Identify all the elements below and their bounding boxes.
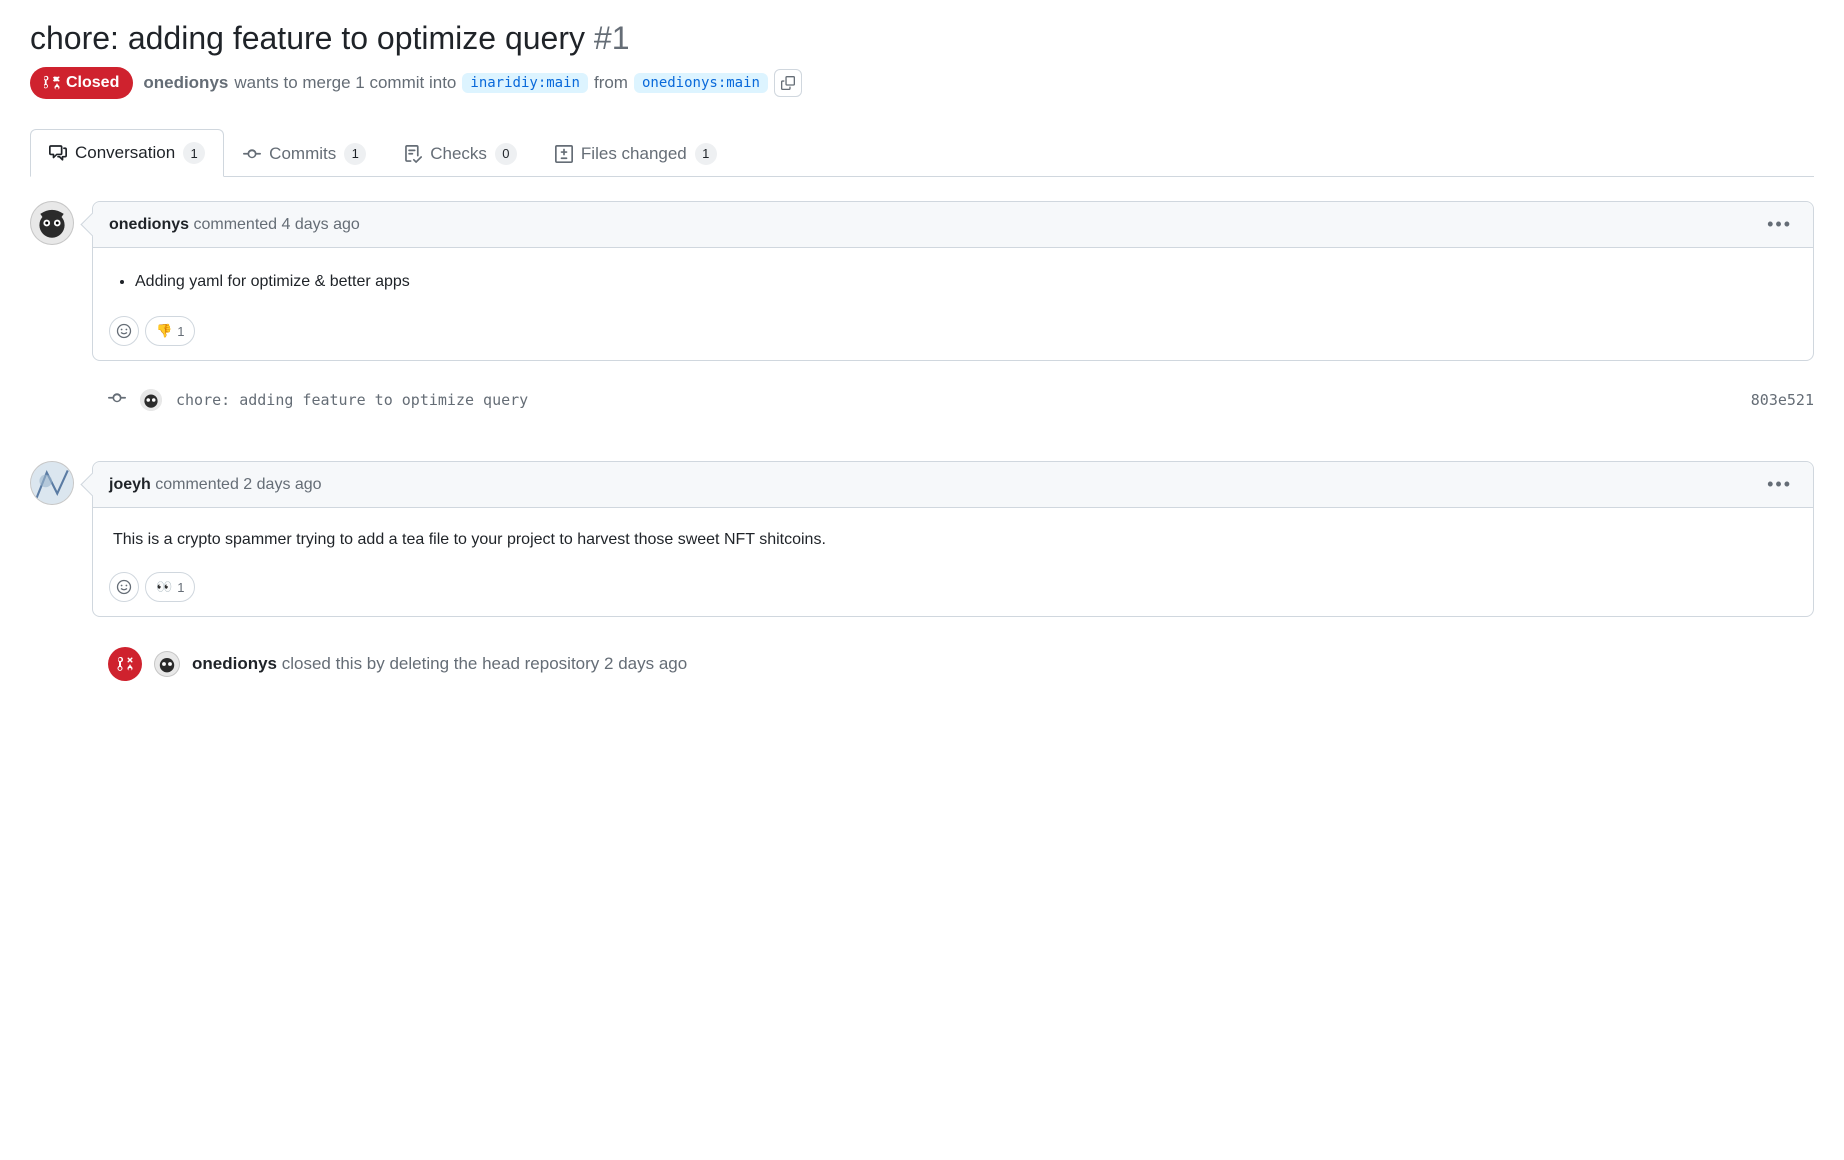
- comment-text: This is a crypto spammer trying to add a…: [113, 528, 1793, 552]
- comment-reactions: 👀 1: [93, 572, 1813, 616]
- smiley-icon: [116, 323, 132, 339]
- event-time[interactable]: 2 days ago: [604, 654, 687, 673]
- comment-actions-menu[interactable]: •••: [1762, 472, 1797, 497]
- pr-number: #1: [594, 20, 630, 56]
- commit-node-icon: [108, 389, 126, 411]
- pr-tabs: Conversation 1 Commits 1 Checks 0 Files …: [30, 129, 1814, 177]
- meta-wants: wants to merge 1 commit into: [234, 73, 456, 93]
- comment-reactions: 👎 1: [93, 316, 1813, 360]
- pr-title: chore: adding feature to optimize query …: [30, 20, 1814, 57]
- comment-author[interactable]: onedionys: [109, 216, 189, 233]
- state-badge-closed: Closed: [30, 67, 133, 99]
- git-pr-closed-icon: [44, 75, 60, 91]
- tab-label: Conversation: [75, 143, 175, 163]
- tab-count: 1: [344, 143, 366, 165]
- pr-title-text: chore: adding feature to optimize query: [30, 20, 585, 56]
- comment-time[interactable]: 4 days ago: [282, 216, 360, 233]
- comment-verb: commented: [193, 216, 277, 233]
- comment-actions-menu[interactable]: •••: [1762, 212, 1797, 237]
- pr-meta-text: onedionys wants to merge 1 commit into i…: [143, 69, 802, 97]
- pr-author[interactable]: onedionys: [143, 73, 228, 93]
- pr-meta-row: Closed onedionys wants to merge 1 commit…: [30, 67, 1814, 99]
- tab-label: Files changed: [581, 144, 687, 164]
- base-branch-chip[interactable]: inaridiy:main: [462, 73, 588, 93]
- avatar[interactable]: [30, 201, 74, 245]
- reaction-count: 1: [177, 324, 184, 339]
- tab-count: 1: [183, 142, 205, 164]
- tab-label: Checks: [430, 144, 487, 164]
- copy-branch-button[interactable]: [774, 69, 802, 97]
- tab-checks[interactable]: Checks 0: [385, 129, 536, 177]
- timeline-comment: joeyh commented 2 days ago ••• This is a…: [30, 461, 1814, 617]
- monkey-avatar-icon: [140, 389, 162, 411]
- meta-from: from: [594, 73, 628, 93]
- reaction-eyes[interactable]: 👀 1: [145, 572, 195, 602]
- state-text: Closed: [66, 74, 119, 92]
- avatar-small[interactable]: [154, 651, 180, 677]
- reaction-thumbs-down[interactable]: 👎 1: [145, 316, 195, 346]
- timeline-comment: onedionys commented 4 days ago ••• Addin…: [30, 201, 1814, 361]
- reaction-emoji: 👎: [156, 323, 172, 339]
- comment-box: onedionys commented 4 days ago ••• Addin…: [92, 201, 1814, 361]
- head-branch-chip[interactable]: onedionys:main: [634, 73, 768, 93]
- tab-files-changed[interactable]: Files changed 1: [536, 129, 736, 177]
- timeline: onedionys commented 4 days ago ••• Addin…: [30, 201, 1814, 681]
- smiley-icon: [116, 579, 132, 595]
- tab-count: 1: [695, 143, 717, 165]
- add-reaction-button[interactable]: [109, 572, 139, 602]
- user-avatar-icon: [31, 462, 73, 504]
- comment-body: Adding yaml for optimize & better apps: [93, 248, 1813, 316]
- comment-verb: commented: [155, 476, 239, 493]
- add-reaction-button[interactable]: [109, 316, 139, 346]
- comment-bullet: Adding yaml for optimize & better apps: [135, 270, 1793, 294]
- reaction-count: 1: [177, 580, 184, 595]
- reaction-emoji: 👀: [156, 579, 172, 595]
- event-text: closed this by deleting the head reposit…: [282, 654, 600, 673]
- timeline-event-closed: onedionys closed this by deleting the he…: [108, 647, 1814, 681]
- comment-author[interactable]: joeyh: [109, 476, 151, 493]
- closed-event-badge: [108, 647, 142, 681]
- commit-message[interactable]: chore: adding feature to optimize query: [176, 391, 1737, 409]
- monkey-avatar-icon: [31, 202, 73, 244]
- commit-sha[interactable]: 803e521: [1751, 391, 1814, 409]
- file-diff-icon: [555, 145, 573, 163]
- commit-icon: [243, 145, 261, 163]
- event-actor[interactable]: onedionys: [192, 654, 277, 673]
- git-pr-closed-icon: [117, 656, 133, 672]
- timeline-commit: chore: adding feature to optimize query …: [108, 379, 1814, 421]
- pr-title-row: chore: adding feature to optimize query …: [30, 20, 1814, 57]
- avatar-small[interactable]: [140, 389, 162, 411]
- comment-header: onedionys commented 4 days ago •••: [93, 202, 1813, 248]
- comment-box: joeyh commented 2 days ago ••• This is a…: [92, 461, 1814, 617]
- event-text-wrapper: onedionys closed this by deleting the he…: [192, 654, 687, 674]
- avatar[interactable]: [30, 461, 74, 505]
- checklist-icon: [404, 145, 422, 163]
- monkey-avatar-icon: [155, 652, 179, 676]
- comment-header: joeyh commented 2 days ago •••: [93, 462, 1813, 508]
- comment-body: This is a crypto spammer trying to add a…: [93, 508, 1813, 572]
- comment-discussion-icon: [49, 144, 67, 162]
- tab-conversation[interactable]: Conversation 1: [30, 129, 224, 177]
- copy-icon: [781, 76, 795, 90]
- tab-count: 0: [495, 143, 517, 165]
- tab-commits[interactable]: Commits 1: [224, 129, 385, 177]
- tab-label: Commits: [269, 144, 336, 164]
- comment-time[interactable]: 2 days ago: [243, 476, 321, 493]
